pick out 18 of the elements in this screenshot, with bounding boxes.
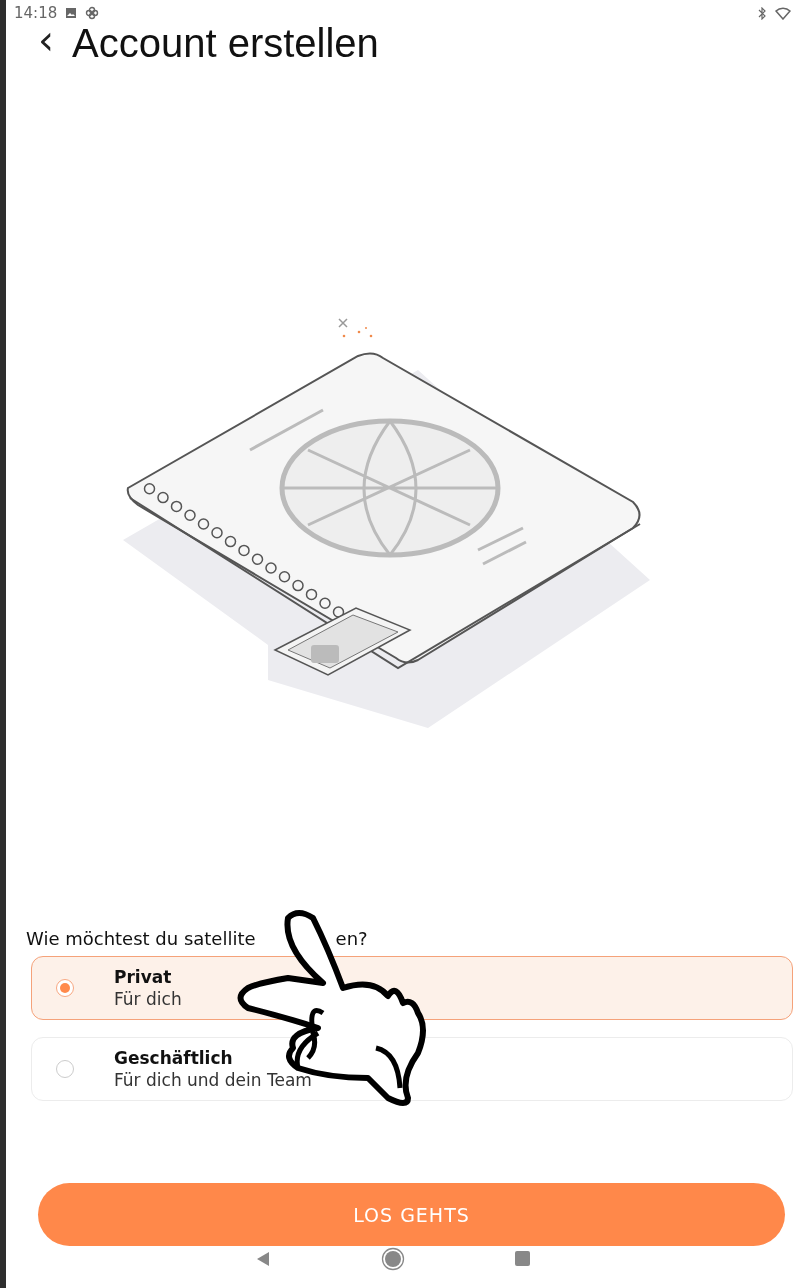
question-text: Wie möchtest du satellite — [26, 927, 256, 949]
option-subtitle: Für dich — [114, 989, 182, 1009]
radio-button[interactable] — [56, 979, 74, 997]
option-subtitle: Für dich und dein Team — [114, 1070, 312, 1090]
back-button[interactable]: ‹ — [34, 25, 58, 61]
image-icon — [65, 7, 78, 19]
radio-button[interactable] — [56, 1060, 74, 1078]
bluetooth-icon — [757, 6, 767, 20]
page-title: Account erstellen — [72, 20, 379, 66]
recents-nav-icon[interactable] — [515, 1251, 530, 1266]
question-text: en? — [335, 927, 368, 949]
back-nav-icon[interactable] — [255, 1250, 271, 1267]
home-nav-icon[interactable] — [381, 1246, 405, 1271]
wifi-icon — [775, 6, 791, 20]
fan-icon — [85, 6, 100, 20]
option-title: Privat — [114, 967, 173, 987]
status-time: 14:18 — [14, 4, 58, 22]
option-title: Geschäftlich — [114, 1048, 234, 1068]
